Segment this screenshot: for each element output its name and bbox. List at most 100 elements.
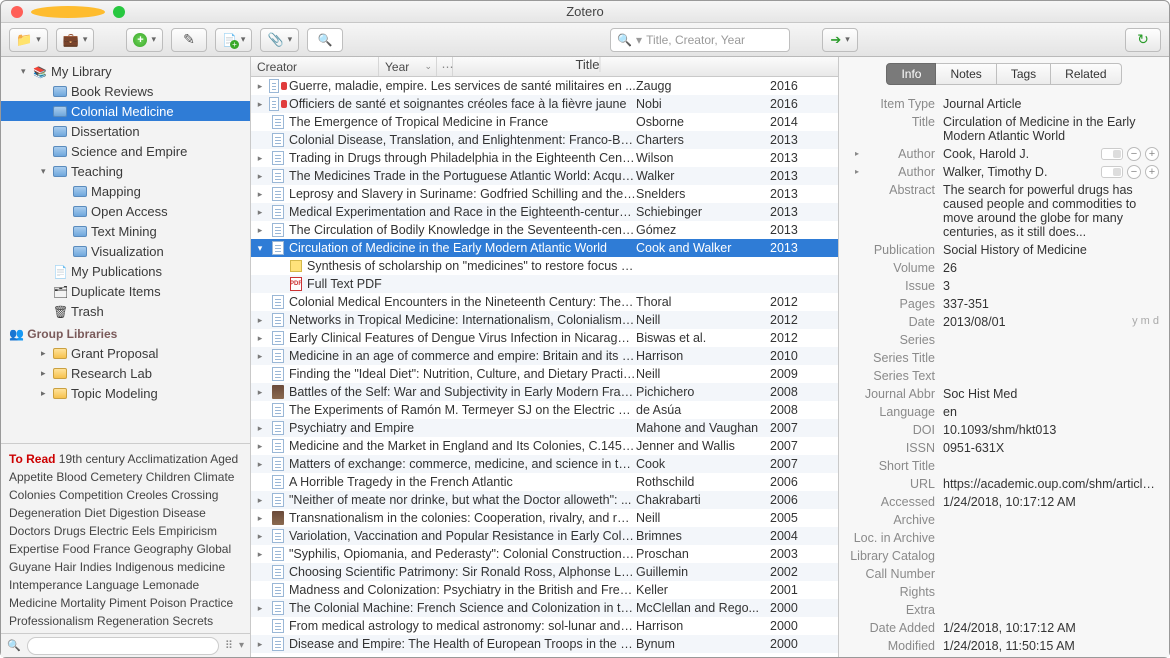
duplicate-items[interactable]: Duplicate Items (1, 281, 250, 301)
val-accessed[interactable]: 1/24/2018, 10:17:12 AM (943, 495, 1159, 509)
collection-book-reviews[interactable]: Book Reviews (1, 81, 250, 101)
label-author2[interactable]: Author (849, 165, 943, 179)
collection-science-empire[interactable]: Science and Empire (1, 141, 250, 161)
remove-author-button[interactable]: − (1127, 165, 1141, 179)
item-row[interactable]: ▾Circulation of Medicine in the Early Mo… (251, 239, 838, 257)
tag-search-input[interactable] (27, 637, 219, 655)
trash[interactable]: Trash (1, 301, 250, 321)
item-row[interactable]: ▸Leprosy and Slavery in Suriname: Godfri… (251, 185, 838, 203)
tag-empiricism[interactable]: Empiricism (158, 524, 217, 538)
add-author-button[interactable]: + (1145, 165, 1159, 179)
disclosure-icon[interactable]: ▸ (251, 351, 269, 362)
disclosure-icon[interactable]: ▸ (251, 171, 269, 182)
new-collection-button[interactable]: 📁▾ (9, 28, 48, 52)
minimize-icon[interactable] (31, 6, 105, 18)
remove-author-button[interactable]: − (1127, 147, 1141, 161)
tag-disease[interactable]: Disease (162, 506, 205, 520)
disclosure-icon[interactable]: ▸ (251, 225, 269, 236)
my-library[interactable]: ▾My Library (1, 61, 250, 81)
collection-teaching[interactable]: ▾Teaching (1, 161, 250, 181)
disclosure-icon[interactable]: ▾ (251, 243, 269, 254)
tag-guyane[interactable]: Guyane (9, 560, 54, 574)
disclosure-icon[interactable]: ▸ (251, 315, 269, 326)
item-row[interactable]: Finding the "Ideal Diet": Nutrition, Cul… (251, 365, 838, 383)
col-menu[interactable]: ⋯ (437, 57, 453, 76)
val-journal-abbr[interactable]: Soc Hist Med (943, 387, 1159, 401)
tab-related[interactable]: Related (1051, 63, 1121, 85)
val-issn[interactable]: 0951-631X (943, 441, 1159, 455)
tag-drugs[interactable]: Drugs (54, 524, 89, 538)
tag-secrets[interactable]: Secrets (172, 614, 213, 628)
tag-children[interactable]: Children (146, 470, 194, 484)
tab-tags[interactable]: Tags (997, 63, 1051, 85)
disclosure-icon[interactable]: ▸ (251, 603, 269, 614)
tag-intemperance[interactable]: Intemperance (9, 578, 86, 592)
disclosure-icon[interactable]: ▸ (251, 531, 269, 542)
col-creator[interactable]: Creator (251, 57, 379, 76)
tag-geography[interactable]: Geography (134, 542, 197, 556)
collection-visualization[interactable]: Visualization (1, 241, 250, 261)
item-row[interactable]: ▸Networks in Tropical Medicine: Internat… (251, 311, 838, 329)
tag-france[interactable]: France (93, 542, 134, 556)
tag-blood[interactable]: Blood (56, 470, 90, 484)
val-url[interactable]: https://academic.oup.com/shm/article/26/… (943, 477, 1159, 491)
disclosure-icon[interactable]: ▸ (251, 639, 269, 650)
tag-electric-eels[interactable]: Electric Eels (89, 524, 158, 538)
item-row[interactable]: The Experiments of Ramón M. Termeyer SJ … (251, 401, 838, 419)
tag-food[interactable]: Food (62, 542, 93, 556)
tag-colonies[interactable]: Colonies (9, 488, 59, 502)
tag-language[interactable]: Language (86, 578, 143, 592)
val-volume[interactable]: 26 (943, 261, 1159, 275)
val-date[interactable]: 2013/08/01 y m d (943, 315, 1159, 329)
tag-crossing[interactable]: Crossing (171, 488, 218, 502)
val-pages[interactable]: 337-351 (943, 297, 1159, 311)
disclosure-icon[interactable]: ▸ (251, 207, 269, 218)
collection-text-mining[interactable]: Text Mining (1, 221, 250, 241)
tag-digestion[interactable]: Digestion (109, 506, 162, 520)
item-row[interactable]: ▸Battles of the Self: War and Subjectivi… (251, 383, 838, 401)
tag-aged[interactable]: Aged (210, 452, 238, 466)
item-row[interactable]: ▸Medicine and the Market in England and … (251, 437, 838, 455)
tab-info[interactable]: Info (886, 63, 936, 85)
tag-acclimatization[interactable]: Acclimatization (128, 452, 211, 466)
item-row[interactable]: Choosing Scientific Patrimony: Sir Ronal… (251, 563, 838, 581)
tag-cemetery[interactable]: Cemetery (90, 470, 145, 484)
tag-doctors[interactable]: Doctors (9, 524, 54, 538)
tag-menu-icon[interactable]: ▾ (239, 640, 244, 651)
tag-medicine[interactable]: Medicine (9, 596, 60, 610)
val-doi[interactable]: 10.1093/shm/hkt013 (943, 423, 1159, 437)
collection-mapping[interactable]: Mapping (1, 181, 250, 201)
item-row[interactable]: PDFFull Text PDF (251, 275, 838, 293)
val-author1[interactable]: Cook, Harold J. (943, 147, 1101, 161)
item-row[interactable]: ▸"Neither of meate nor drinke, but what … (251, 491, 838, 509)
add-author-button[interactable]: + (1145, 147, 1159, 161)
disclosure-icon[interactable]: ▸ (251, 81, 269, 92)
tag-climate[interactable]: Climate (194, 470, 235, 484)
item-row[interactable]: ▸Disease and Empire: The Health of Europ… (251, 635, 838, 653)
col-year[interactable]: Year⌄ (379, 57, 437, 76)
advanced-search-button[interactable]: 🔍 (307, 28, 343, 52)
disclosure-icon[interactable]: ▸ (251, 459, 269, 470)
tag-global[interactable]: Global (196, 542, 231, 556)
val-language[interactable]: en (943, 405, 1159, 419)
disclosure-icon[interactable]: ▸ (251, 333, 269, 344)
new-library-button[interactable]: 💼▾ (56, 28, 95, 52)
my-publications[interactable]: My Publications (1, 261, 250, 281)
disclosure-icon[interactable]: ▸ (251, 513, 269, 524)
new-note-button[interactable]: 📄+▾ (215, 28, 252, 52)
item-row[interactable]: ▸"Syphilis, Opiomania, and Pederasty": C… (251, 545, 838, 563)
disclosure-icon[interactable]: ▸ (251, 495, 269, 506)
tag-diet[interactable]: Diet (84, 506, 109, 520)
close-icon[interactable] (11, 6, 23, 18)
group-research-lab[interactable]: ▸Research Lab (1, 363, 250, 383)
locate-button[interactable]: ➔▾ (822, 28, 858, 52)
disclosure-icon[interactable]: ▸ (251, 387, 269, 398)
tag-degeneration[interactable]: Degeneration (9, 506, 84, 520)
collection-open-access[interactable]: Open Access (1, 201, 250, 221)
item-row[interactable]: Madness and Colonization: Psychiatry in … (251, 581, 838, 599)
item-row[interactable]: ▸Trading in Drugs through Philadelphia i… (251, 149, 838, 167)
item-row[interactable]: ▸Transnationalism in the colonies: Coope… (251, 509, 838, 527)
zoom-icon[interactable] (113, 6, 125, 18)
item-row[interactable]: ▸Psychiatry and EmpireMahone and Vaughan… (251, 419, 838, 437)
item-row[interactable]: The Emergence of Tropical Medicine in Fr… (251, 113, 838, 131)
